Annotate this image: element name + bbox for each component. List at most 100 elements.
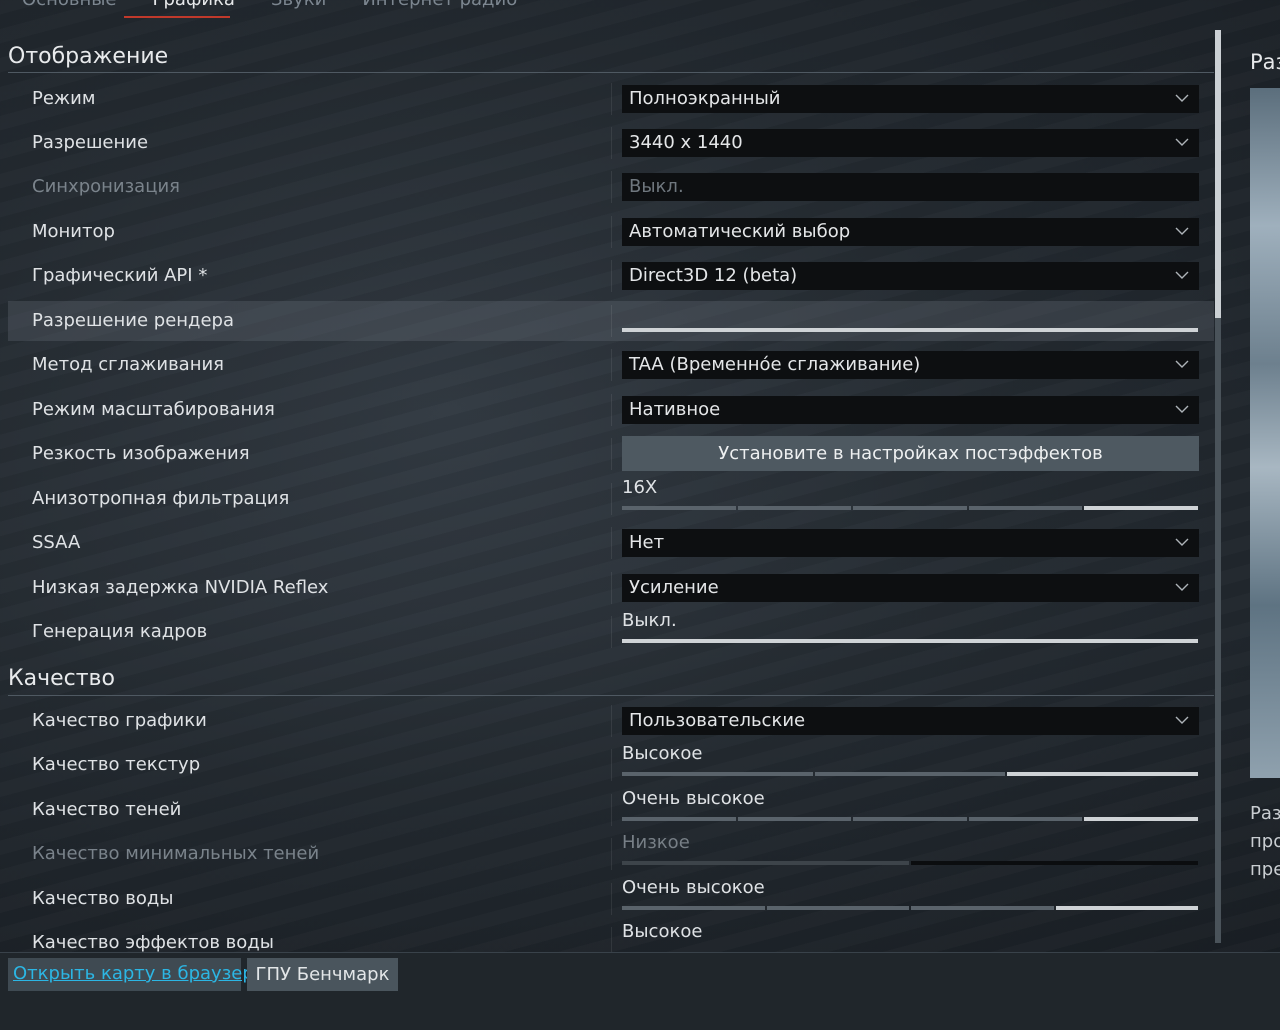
slider-step — [1007, 772, 1199, 776]
dropdown-value: Direct3D 12 (beta) — [629, 265, 798, 286]
chevron-down-icon — [1175, 538, 1189, 546]
setting-label: SSAA — [32, 532, 81, 553]
setting-label: Качество минимальных теней — [32, 843, 320, 864]
water-quality-slider[interactable] — [622, 906, 1198, 910]
setting-label: Качество эффектов воды — [32, 932, 274, 952]
column-divider — [611, 705, 612, 737]
slider-step — [622, 772, 813, 776]
section-title-quality: Качество — [8, 666, 115, 691]
column-divider — [611, 216, 612, 248]
setting-label: Анизотропная фильтрация — [32, 488, 290, 509]
resolution-dropdown[interactable]: 3440 x 1440 — [622, 129, 1199, 157]
setting-label: Низкая задержка NVIDIA Reflex — [32, 577, 329, 598]
setting-label: Резкость изображения — [32, 443, 250, 464]
column-divider — [611, 171, 612, 203]
chevron-down-icon — [1175, 138, 1189, 146]
vsync-dropdown: Выкл. — [622, 173, 1199, 201]
sharpness-postfx-button[interactable]: Установите в настройках постэффектов — [622, 436, 1199, 471]
render-resolution-slider[interactable] — [622, 328, 1198, 332]
texture-quality-slider[interactable] — [622, 772, 1199, 776]
setting-label: Качество графики — [32, 710, 207, 731]
slider-step — [814, 772, 1006, 776]
setting-label: Качество текстур — [32, 754, 201, 775]
slider-step — [911, 861, 1198, 865]
column-divider — [611, 883, 612, 915]
dropdown-value: Нет — [629, 532, 665, 553]
setting-row-resolution: Разрешение 3440 x 1440 — [8, 123, 1214, 163]
bottom-divider — [0, 952, 1280, 953]
open-map-in-browser-button[interactable]: Открыть карту в браузере — [8, 958, 265, 991]
column-divider — [611, 83, 612, 115]
column-divider — [611, 260, 612, 292]
setting-row-graphics-preset: Качество графики Пользовательские — [8, 701, 1214, 741]
settings-panel: Отображение Режим Полноэкранный Разрешен… — [0, 0, 1215, 952]
column-divider — [611, 483, 612, 515]
graphics-preset-dropdown[interactable]: Пользовательские — [622, 707, 1199, 735]
info-line: пре — [1250, 859, 1280, 880]
info-line: Раз — [1250, 803, 1280, 824]
column-divider — [611, 305, 612, 337]
chevron-down-icon — [1175, 94, 1189, 102]
slider-value: Низкое — [622, 832, 690, 853]
monitor-dropdown[interactable]: Автоматический выбор — [622, 218, 1199, 246]
antialiasing-dropdown[interactable]: TAA (Временно́е сглаживание) — [622, 351, 1199, 379]
slider-step — [911, 906, 1054, 910]
gpu-benchmark-button[interactable]: ГПУ Бенчмарк — [247, 958, 398, 991]
section-divider — [8, 695, 1214, 696]
column-divider — [611, 927, 612, 952]
slider-step — [766, 906, 909, 910]
slider-value: Высокое — [622, 743, 703, 764]
reflex-dropdown[interactable]: Усиление — [622, 574, 1199, 602]
column-divider — [611, 616, 612, 648]
setting-row-vsync: Синхронизация Выкл. — [8, 167, 1214, 207]
slider-value: Высокое — [622, 921, 703, 942]
slider-step — [1055, 906, 1198, 910]
column-divider — [611, 749, 612, 781]
section-divider — [8, 72, 1214, 73]
setting-label: Качество теней — [32, 799, 182, 820]
slider-value: 16X — [622, 477, 658, 498]
chevron-down-icon — [1175, 360, 1189, 368]
frame-generation-slider[interactable] — [622, 639, 1198, 643]
preview-image — [1250, 88, 1280, 778]
slider-step — [1084, 506, 1198, 510]
slider-step — [622, 817, 736, 821]
dropdown-value: TAA (Временно́е сглаживание) — [629, 354, 921, 375]
mode-dropdown[interactable]: Полноэкранный — [622, 85, 1199, 113]
setting-row-min-shadow-quality: Качество минимальных теней Низкое — [8, 832, 1214, 874]
setting-row-sharpness: Резкость изображения Установите в настро… — [8, 434, 1214, 474]
shadow-quality-slider[interactable] — [622, 817, 1198, 821]
anisotropic-slider[interactable] — [622, 506, 1198, 510]
slider-step — [853, 817, 967, 821]
slider-step — [968, 817, 1083, 821]
setting-label: Генерация кадров — [32, 621, 208, 642]
section-title-display: Отображение — [8, 44, 169, 69]
setting-label: Метод сглаживания — [32, 354, 225, 375]
scaling-dropdown[interactable]: Нативное — [622, 396, 1199, 424]
setting-row-graphics-api: Графический API * Direct3D 12 (beta) — [8, 256, 1214, 296]
setting-label: Графический API * — [32, 265, 208, 286]
column-divider — [611, 438, 612, 470]
chevron-down-icon — [1175, 716, 1189, 724]
setting-label: Монитор — [32, 221, 115, 242]
setting-row-frame-generation: Генерация кадров Выкл. — [8, 610, 1214, 652]
setting-label: Разрешение рендера — [32, 310, 235, 331]
dropdown-value: Пользовательские — [629, 710, 806, 731]
info-panel-title: Раз — [1250, 50, 1280, 74]
dropdown-value: 3440 x 1440 — [629, 132, 743, 153]
open-map-link[interactable]: Открыть карту в браузере — [13, 963, 265, 984]
setting-row-antialiasing: Метод сглаживания TAA (Временно́е сглажи… — [8, 345, 1214, 385]
slider-step — [622, 506, 736, 510]
ssaa-dropdown[interactable]: Нет — [622, 529, 1199, 557]
dropdown-value: Полноэкранный — [629, 88, 781, 109]
dropdown-value: Усиление — [629, 577, 719, 598]
scrollbar-thumb[interactable] — [1215, 30, 1221, 318]
setting-row-monitor: Монитор Автоматический выбор — [8, 212, 1214, 252]
dropdown-value: Автоматический выбор — [629, 221, 851, 242]
info-line: про — [1250, 831, 1280, 852]
setting-label: Режим — [32, 88, 96, 109]
graphics-api-dropdown[interactable]: Direct3D 12 (beta) — [622, 262, 1199, 290]
setting-row-scaling: Режим масштабирования Нативное — [8, 390, 1214, 430]
setting-label: Режим масштабирования — [32, 399, 275, 420]
slider-value: Выкл. — [622, 610, 677, 631]
